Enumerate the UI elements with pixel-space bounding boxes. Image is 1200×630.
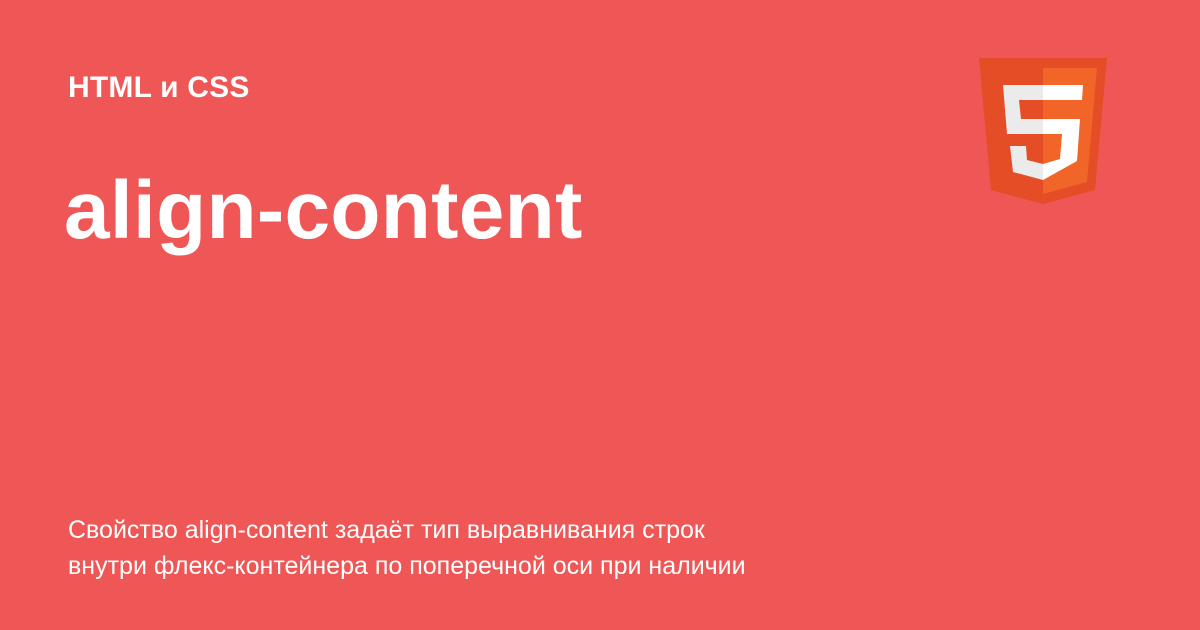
section-label: HTML и CSS (68, 71, 250, 104)
description: Свойство align-content задаёт тип выравн… (68, 512, 928, 584)
social-card: HTML и CSS align-content Свойство align-… (0, 0, 1200, 630)
description-line-2: внутри флекс-контейнера по поперечной ос… (68, 552, 746, 580)
description-line-1: Свойство align-content задаёт тип выравн… (68, 516, 705, 544)
page-title: align-content (64, 165, 583, 256)
html5-icon (979, 58, 1107, 204)
